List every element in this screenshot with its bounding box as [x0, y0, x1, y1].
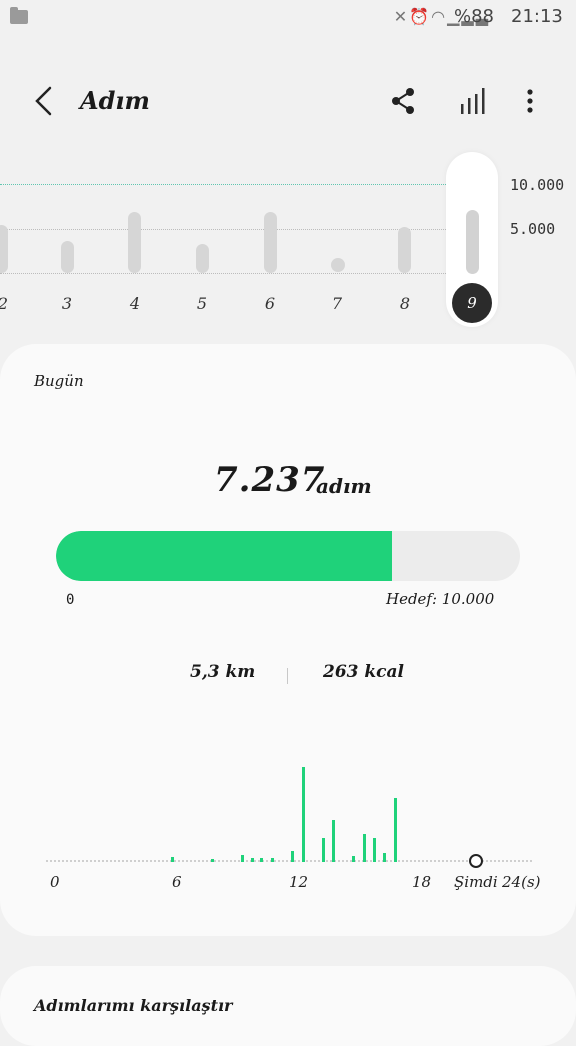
hour-bar [363, 834, 366, 862]
hour-bar [241, 855, 244, 862]
hour-label-0: 0 [50, 873, 60, 891]
y-label-5000: 5.000 [510, 220, 556, 238]
hour-bar [251, 858, 254, 862]
hour-bar [211, 859, 214, 862]
step-unit: adım [316, 474, 372, 498]
baseline [0, 273, 448, 274]
week-day-label[interactable]: 2 [0, 294, 18, 313]
week-bar[interactable] [398, 227, 411, 273]
week-bar[interactable] [61, 240, 74, 273]
distance-value: 5,3 km [190, 662, 256, 682]
now-marker [469, 854, 483, 868]
gridline-5000 [0, 229, 448, 230]
hour-bar [302, 767, 305, 862]
hour-label-12: 12 [289, 873, 309, 891]
week-day-label[interactable]: 8 [390, 294, 420, 313]
y-label-10000: 10.000 [510, 176, 565, 194]
week-day-label[interactable]: 3 [52, 294, 82, 313]
hour-bar [352, 856, 355, 862]
week-bar[interactable] [331, 258, 345, 272]
week-bar[interactable] [264, 212, 277, 273]
hour-bar [260, 858, 263, 862]
hour-label-18: 18 [412, 873, 432, 891]
hour-bar [171, 857, 174, 862]
hour-bar [383, 853, 386, 862]
week-bar[interactable] [196, 244, 209, 273]
hour-label-now: Şimdi [454, 873, 498, 891]
goal-label: Hedef: 10.000 [386, 590, 495, 608]
week-bar[interactable] [128, 212, 141, 273]
calories-value: 263 kcal [323, 662, 405, 682]
card-title: Bugün [34, 372, 84, 390]
hour-bar [322, 838, 325, 862]
hour-bar [332, 820, 335, 862]
week-day-label[interactable]: 5 [187, 294, 217, 313]
stats-divider [287, 668, 288, 684]
compare-title: Adımlarımı karşılaştır [34, 996, 233, 1015]
week-day-label[interactable]: 4 [120, 294, 150, 313]
hourly-baseline [46, 860, 532, 862]
hour-label-24: 24(s) [502, 873, 541, 891]
step-count: 7.237 [214, 460, 326, 500]
goal-line [0, 184, 448, 185]
progress-fill [56, 531, 392, 581]
goal-progress-bar [56, 531, 520, 581]
week-day-label[interactable]: 6 [255, 294, 285, 313]
hour-bar [373, 838, 376, 862]
week-day-label[interactable]: 7 [322, 294, 352, 313]
hour-label-6: 6 [172, 873, 182, 891]
progress-min-label: 0 [66, 592, 75, 608]
weekly-chart: 2 3 4 5 6 7 8 9 10.000 5.000 [0, 0, 576, 340]
hour-bar [291, 851, 294, 862]
hour-bar [394, 798, 397, 862]
selected-day-bar [466, 210, 479, 274]
hour-bar [271, 858, 274, 862]
selected-day-badge[interactable]: 9 [452, 283, 492, 323]
week-bar[interactable] [0, 224, 8, 273]
